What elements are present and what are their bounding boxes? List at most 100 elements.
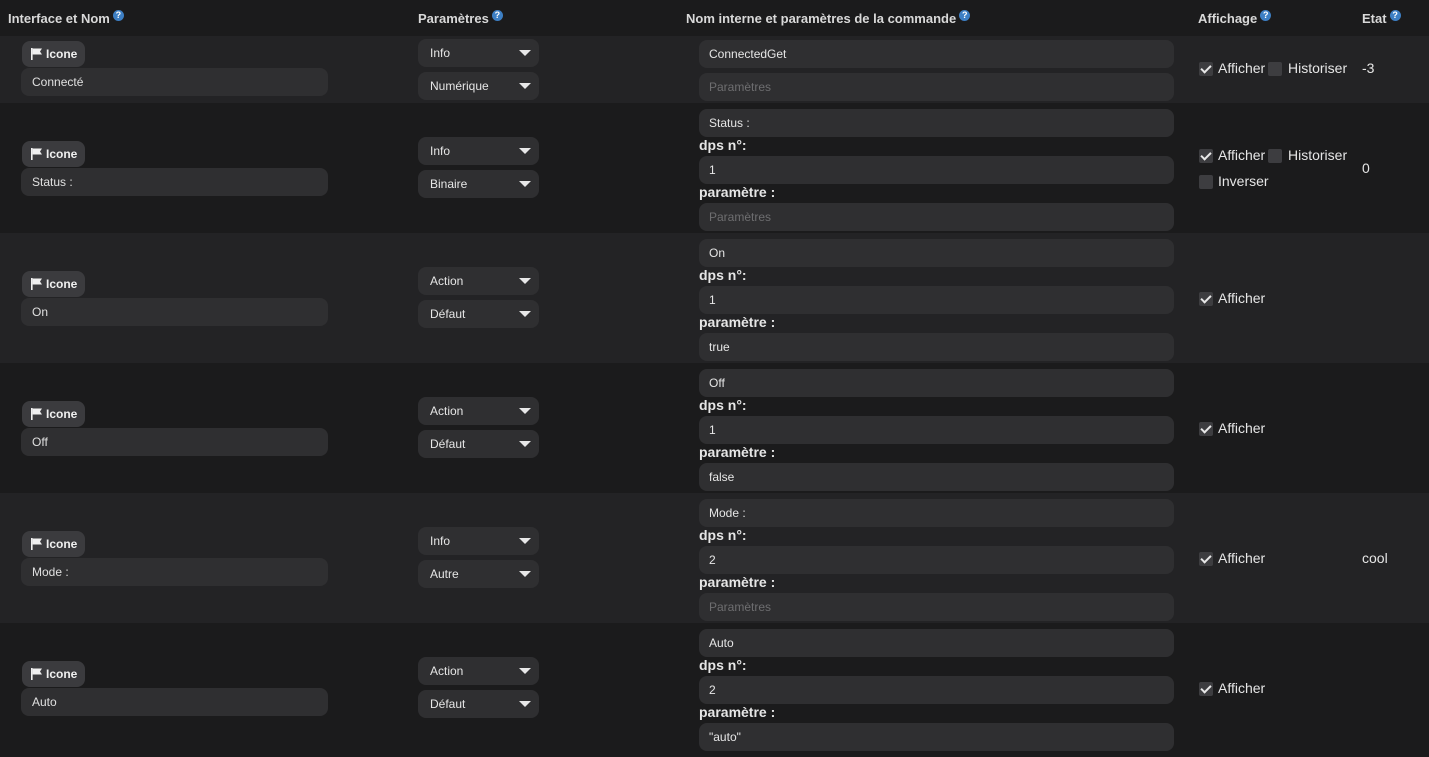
- header-internal: Nom interne et paramètres de la commande…: [686, 10, 971, 26]
- internal-name-input[interactable]: Mode :: [699, 499, 1174, 527]
- table-row: Icone Status : Info Binaire Status : dps n°: 1…: [0, 103, 1429, 233]
- header-interface: Interface et Nom?: [8, 10, 124, 26]
- afficher-label: Afficher: [1218, 147, 1266, 163]
- subtype-select[interactable]: Numérique: [418, 72, 539, 100]
- caret-down-icon: [519, 311, 531, 317]
- afficher-checkbox[interactable]: [1199, 149, 1213, 163]
- type-select[interactable]: Action: [418, 267, 539, 295]
- icon-button[interactable]: Icone: [22, 41, 86, 67]
- icon-button[interactable]: Icone: [22, 531, 86, 557]
- header-display: Affichage?: [1198, 10, 1272, 26]
- icon-button[interactable]: Icone: [22, 401, 86, 427]
- help-icon[interactable]: ?: [1389, 10, 1401, 21]
- caret-down-icon: [519, 538, 531, 544]
- command-name-input[interactable]: Off: [21, 428, 328, 456]
- help-icon[interactable]: ?: [959, 10, 971, 21]
- command-name-input[interactable]: On: [21, 298, 328, 326]
- caret-down-icon: [519, 441, 531, 447]
- state-value: -3: [1362, 60, 1375, 76]
- internal-name-input[interactable]: ConnectedGet: [699, 40, 1174, 68]
- flag-icon: [31, 148, 42, 160]
- state-value: cool: [1362, 550, 1388, 566]
- internal-name-input[interactable]: Off: [699, 369, 1174, 397]
- command-name-input[interactable]: Mode :: [21, 558, 328, 586]
- table-row: Icone On Action Défaut On dps n°: 1 paramètre :…: [0, 233, 1429, 363]
- internal-name-input[interactable]: Status :: [699, 109, 1174, 137]
- parameters-input[interactable]: Paramètres: [699, 73, 1174, 101]
- subtype-select[interactable]: Défaut: [418, 690, 539, 718]
- subtype-select[interactable]: Défaut: [418, 430, 539, 458]
- type-select[interactable]: Info: [418, 527, 539, 555]
- type-select[interactable]: Info: [418, 39, 539, 67]
- parameter-input[interactable]: true: [699, 333, 1174, 361]
- afficher-checkbox[interactable]: [1199, 62, 1213, 76]
- subtype-select[interactable]: Autre: [418, 560, 539, 588]
- internal-name-input[interactable]: Auto: [699, 629, 1174, 657]
- caret-down-icon: [519, 278, 531, 284]
- inverser-label: Inverser: [1218, 173, 1269, 189]
- icon-button[interactable]: Icone: [22, 271, 86, 297]
- header-state: Etat?: [1362, 10, 1401, 26]
- type-select[interactable]: Info: [418, 137, 539, 165]
- parametre-label: paramètre :: [699, 704, 776, 720]
- subtype-select[interactable]: Binaire: [418, 170, 539, 198]
- icon-button[interactable]: Icone: [22, 661, 86, 687]
- caret-down-icon: [519, 571, 531, 577]
- parameter-input[interactable]: Paramètres: [699, 593, 1174, 621]
- command-name-input[interactable]: Status :: [21, 168, 328, 196]
- dps-label: dps n°:: [699, 397, 747, 413]
- help-icon[interactable]: ?: [491, 10, 503, 21]
- afficher-label: Afficher: [1218, 60, 1266, 76]
- caret-down-icon: [519, 181, 531, 187]
- afficher-checkbox[interactable]: [1199, 422, 1213, 436]
- flag-icon: [31, 408, 42, 420]
- historiser-checkbox[interactable]: [1268, 62, 1282, 76]
- caret-down-icon: [519, 668, 531, 674]
- dps-label: dps n°:: [699, 267, 747, 283]
- afficher-label: Afficher: [1218, 290, 1266, 306]
- dps-label: dps n°:: [699, 137, 747, 153]
- dps-input[interactable]: 2: [699, 546, 1174, 574]
- historiser-label: Historiser: [1288, 147, 1348, 163]
- parametre-label: paramètre :: [699, 314, 776, 330]
- dps-label: dps n°:: [699, 657, 747, 673]
- historiser-checkbox[interactable]: [1268, 149, 1282, 163]
- parameter-input[interactable]: "auto": [699, 723, 1174, 751]
- parametre-label: paramètre :: [699, 184, 776, 200]
- table-row: Icone Connecté Info Numérique ConnectedGet Pa…: [0, 36, 1429, 103]
- dps-input[interactable]: 1: [699, 156, 1174, 184]
- parametre-label: paramètre :: [699, 574, 776, 590]
- flag-icon: [31, 538, 42, 550]
- type-select[interactable]: Action: [418, 397, 539, 425]
- parameter-input[interactable]: Paramètres: [699, 203, 1174, 231]
- command-name-input[interactable]: Auto: [21, 688, 328, 716]
- dps-input[interactable]: 1: [699, 286, 1174, 314]
- header-params: Paramètres?: [418, 10, 503, 26]
- internal-name-input[interactable]: On: [699, 239, 1174, 267]
- caret-down-icon: [519, 408, 531, 414]
- table-row: Icone Off Action Défaut Off dps n°: 1 paramètre…: [0, 363, 1429, 493]
- afficher-checkbox[interactable]: [1199, 682, 1213, 696]
- parametre-label: paramètre :: [699, 444, 776, 460]
- afficher-checkbox[interactable]: [1199, 292, 1213, 306]
- caret-down-icon: [519, 83, 531, 89]
- parameter-input[interactable]: false: [699, 463, 1174, 491]
- caret-down-icon: [519, 50, 531, 56]
- dps-input[interactable]: 2: [699, 676, 1174, 704]
- afficher-checkbox[interactable]: [1199, 552, 1213, 566]
- flag-icon: [31, 278, 42, 290]
- command-name-input[interactable]: Connecté: [21, 68, 328, 96]
- help-icon[interactable]: ?: [1260, 10, 1272, 21]
- caret-down-icon: [519, 701, 531, 707]
- caret-down-icon: [519, 148, 531, 154]
- help-icon[interactable]: ?: [112, 10, 124, 21]
- flag-icon: [31, 668, 42, 680]
- afficher-label: Afficher: [1218, 550, 1266, 566]
- state-value: 0: [1362, 160, 1370, 176]
- dps-input[interactable]: 1: [699, 416, 1174, 444]
- subtype-select[interactable]: Défaut: [418, 300, 539, 328]
- afficher-label: Afficher: [1218, 420, 1266, 436]
- inverser-checkbox[interactable]: [1199, 175, 1213, 189]
- type-select[interactable]: Action: [418, 657, 539, 685]
- icon-button[interactable]: Icone: [22, 141, 86, 167]
